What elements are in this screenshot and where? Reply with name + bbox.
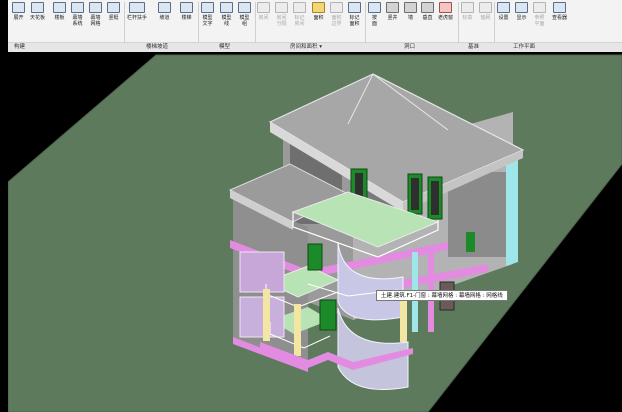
tool-ramp[interactable]: 坡道 (158, 2, 171, 40)
tool-level[interactable]: 标高 (461, 2, 474, 40)
tool-ceiling[interactable]: 天花板 (30, 2, 45, 40)
tool-curtain-system[interactable]: 幕墙 系统 (71, 2, 84, 40)
model-line-icon (220, 2, 233, 13)
tool-floor[interactable]: 楼板 (53, 2, 66, 40)
tool-area-boundary[interactable]: 面积 边界 (330, 2, 343, 40)
tool-show[interactable]: 显示 (515, 2, 528, 40)
model-group-icon (238, 2, 251, 13)
tool-model-text[interactable]: 模型 文字 (201, 2, 214, 40)
curtain-wall (239, 296, 285, 338)
viewer-icon (553, 2, 566, 13)
column (263, 289, 270, 341)
tag-room-icon (293, 2, 306, 13)
tool-shaft[interactable]: 竖井 (386, 2, 399, 40)
area-icon (312, 2, 325, 13)
railing-icon (129, 2, 145, 13)
curtain-grid-icon (89, 2, 102, 13)
window (307, 243, 323, 271)
dormer-icon (439, 2, 452, 13)
expand-icon (12, 2, 25, 13)
stair-icon (180, 2, 193, 13)
shaft-icon (386, 2, 399, 13)
tool-expand[interactable]: 展开 (12, 2, 25, 40)
ramp-icon (158, 2, 171, 13)
room-separator-icon (275, 2, 288, 13)
panel-room-area[interactable]: 房间和面积 ▾ (290, 44, 322, 51)
panel-build[interactable]: 构建 (14, 44, 25, 51)
by-face-icon (368, 2, 381, 13)
tool-curtain-grid[interactable]: 幕墙 网格 (89, 2, 102, 40)
ribbon: 展开 天花板 楼板 幕墙 系统 幕墙 网格 竖梃 栏杆扶手 坡道 楼梯 模型 文字 模… (8, 0, 622, 52)
floor-icon (53, 2, 66, 13)
tool-model-line[interactable]: 模型线 (220, 2, 233, 40)
window (319, 299, 337, 331)
room-icon (257, 2, 270, 13)
tool-area[interactable]: 面积 (312, 2, 325, 40)
ref-plane-icon (533, 2, 546, 13)
wall-trim (506, 158, 518, 266)
set-icon (497, 2, 510, 13)
tool-ref-plane[interactable]: 参照 平面 (533, 2, 546, 40)
tool-wall-opening[interactable]: 墙 (404, 2, 417, 40)
curtain-wall (239, 251, 285, 293)
panel-circulation[interactable]: 楼梯坡道 (146, 44, 168, 51)
tool-model-group[interactable]: 模型组 (238, 2, 251, 40)
tool-by-face[interactable]: 按面 (368, 2, 381, 40)
ceiling-icon (31, 2, 44, 13)
area-boundary-icon (330, 2, 343, 13)
panel-opening[interactable]: 洞口 (404, 44, 415, 51)
show-icon (515, 2, 528, 13)
tool-tag-area[interactable]: 标记 面积 (348, 2, 361, 40)
tool-railing[interactable]: 栏杆扶手 (127, 2, 147, 40)
tool-room[interactable]: 房间 (257, 2, 270, 40)
tool-grid[interactable]: 轴网 (479, 2, 492, 40)
tool-viewer[interactable]: 查看器 (552, 2, 567, 40)
tool-mullion[interactable]: 竖梃 (107, 2, 120, 40)
3d-viewport[interactable]: 土建.建筑.F1-门窗 : 幕墙网格 : 幕墙网格 : 网格线 (8, 52, 622, 412)
panel-work-plane[interactable]: 工作平面 (513, 44, 535, 51)
tool-tag-room[interactable]: 标记 房间 (293, 2, 306, 40)
grid-icon (479, 2, 492, 13)
tool-stair[interactable]: 楼梯 (180, 2, 193, 40)
panel-title-bar: 构建 楼梯坡道 模型 房间和面积 ▾ 洞口 基准 工作平面 (8, 42, 622, 52)
window (466, 232, 475, 252)
tool-room-separator[interactable]: 房间 分隔 (275, 2, 288, 40)
model-text-icon (201, 2, 214, 13)
tag-area-icon (348, 2, 361, 13)
hover-tooltip: 土建.建筑.F1-门窗 : 幕墙网格 : 幕墙网格 : 网格线 (376, 290, 508, 301)
vertical-icon (421, 2, 434, 13)
column (294, 304, 301, 356)
window (431, 181, 439, 215)
mullion-icon (107, 2, 120, 13)
tool-vertical[interactable]: 垂直 (421, 2, 434, 40)
wall-opening-icon (404, 2, 417, 13)
panel-datum[interactable]: 基准 (468, 44, 479, 51)
ribbon-tools: 展开 天花板 楼板 幕墙 系统 幕墙 网格 竖梃 栏杆扶手 坡道 楼梯 模型 文字 模… (8, 0, 622, 42)
level-icon (461, 2, 474, 13)
window (411, 178, 419, 210)
tool-set[interactable]: 设置 (497, 2, 510, 40)
building-model[interactable] (8, 52, 622, 412)
curtain-system-icon (71, 2, 84, 13)
tool-dormer[interactable]: 老虎窗 (438, 2, 453, 40)
panel-model[interactable]: 模型 (219, 44, 230, 51)
